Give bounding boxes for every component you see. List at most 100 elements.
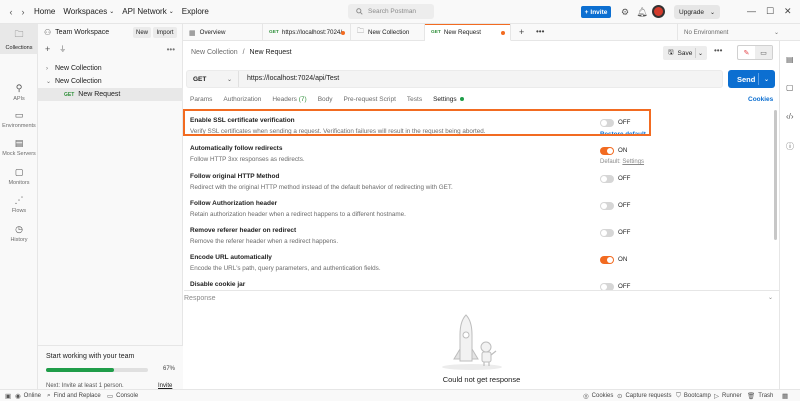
rail-item-history[interactable]: ◷ History [0,220,38,246]
top-bar: ‹ › Home Workspaces ⌄ API Network ⌄ Explor… [0,0,800,24]
chevron-down-icon[interactable]: ⌄ [768,294,773,301]
status-capture-requests[interactable]: ⊙ Capture requests [617,392,671,400]
setting-toggle[interactable] [600,175,614,183]
settings-link[interactable]: Settings [622,159,644,165]
method-select[interactable]: GET ⌄ [187,71,239,87]
tab-params[interactable]: Params [190,96,212,106]
scrollbar-thumb[interactable] [774,110,777,240]
setting-toggle[interactable] [600,202,614,210]
status-find-replace[interactable]: ⌕ Find and Replace [47,392,101,400]
rail-item-flows[interactable]: ⋰ Flows [0,191,38,217]
layout-toggle-icon[interactable]: ▣ [5,392,11,400]
status-cookies[interactable]: ◎ Cookies [583,392,613,400]
menu-home[interactable]: Home [34,7,55,16]
flows-icon: ⋰ [14,194,24,205]
setting-title: Disable cookie jar [190,281,246,288]
filter-icon[interactable]: ⏚ [59,44,66,54]
menu-explore[interactable]: Explore [182,7,209,16]
upgrade-button[interactable]: Upgrade ⌄ [674,5,720,19]
tab-options-icon[interactable]: ••• [536,27,544,36]
settings-scrollbar[interactable] [774,110,778,290]
info-icon[interactable]: ⓘ [786,141,794,152]
chevron-down-icon[interactable]: ⌄ [764,76,769,83]
more-options-icon[interactable]: ••• [714,46,722,55]
more-options-icon[interactable]: ••• [167,45,175,54]
mock-servers-icon: ▤ [14,137,24,148]
new-tab-icon[interactable]: + [519,27,524,37]
close-icon[interactable]: ✕ [784,6,792,17]
tab-overview[interactable]: ▦ Overview [183,24,263,41]
save-button[interactable]: 🖫︎ Save ⌄ [663,46,707,60]
progress-fill [46,368,115,372]
new-button[interactable]: New [133,27,151,38]
invite-button[interactable]: + Invite [581,6,611,18]
setting-toggle[interactable] [600,147,614,155]
rail-item-collections[interactable]: 🗀︎ Collections [0,24,38,54]
chevron-down-icon: ⌄ [226,76,232,83]
astronaut-rocket-illustration [442,314,502,370]
documentation-icon[interactable]: ▤ [786,55,794,64]
setting-title: Follow original HTTP Method [190,173,280,180]
setting-toggle[interactable] [600,256,614,264]
rail-item-mock-servers[interactable]: ▤ Mock Servers [0,134,38,160]
chevron-down-icon[interactable]: ⌄ [698,50,703,57]
menu-workspaces[interactable]: Workspaces ⌄ [63,7,114,16]
settings-gear-icon[interactable]: ⚙ [619,6,631,18]
add-icon[interactable]: + [45,44,50,54]
tab-new-request[interactable]: GET New Request [425,24,511,41]
tab-tests[interactable]: Tests [407,96,422,106]
maximize-icon[interactable]: ☐ [766,6,774,17]
setting-toggle[interactable] [600,283,614,290]
forward-icon[interactable]: › [18,7,28,17]
menu-api-network-label: API Network [122,7,167,16]
cookies-link[interactable]: Cookies [748,96,773,103]
comment-icon[interactable]: ▭ [755,46,772,59]
edit-pencil-icon[interactable]: ✎ [738,46,755,59]
comments-icon[interactable]: ▢ [786,83,794,92]
tab-body[interactable]: Body [318,96,333,106]
modified-dot [459,97,464,102]
status-online[interactable]: ◉ Online [15,392,41,400]
status-runner[interactable]: ▷ Runner [714,392,742,400]
tab-localhost-request[interactable]: GET https://localhost:7024/ [263,24,351,41]
toggle-state: OFF [618,175,631,182]
collection-item[interactable]: › New Collection [46,62,102,75]
rail-item-apis[interactable]: ⚲ APIs [0,79,38,105]
code-icon[interactable]: ‹/› [786,112,794,121]
setting-toggle[interactable] [600,229,614,237]
tab-authorization[interactable]: Authorization [223,96,261,106]
url-input[interactable]: https://localhost:7024/api/Test [247,75,339,82]
status-label: Cookies [591,393,614,399]
minimize-icon[interactable]: — [747,6,756,16]
collection-item[interactable]: ⌄ New Collection [46,75,102,88]
tab-pre-request-script[interactable]: Pre-request Script [344,96,396,106]
import-button[interactable]: Import [153,27,177,38]
people-icon: ⚇ [44,27,52,37]
tab-headers[interactable]: Headers (7) [272,96,306,106]
back-icon[interactable]: ‹ [6,7,16,17]
rail-item-environments[interactable]: ▭ Environments [0,106,38,132]
save-icon: 🖫︎ [668,48,674,56]
notification-bell-icon[interactable]: 🔔︎ [636,6,648,18]
find-replace-icon: ⌕ [47,392,51,399]
tab-label: Headers [272,96,297,103]
left-icon-rail: 🗀︎ Collections ⚲ APIs ▭ Environments ▤ Mock … [0,24,38,389]
tab-new-collection[interactable]: 🗀︎ New Collection [351,24,425,41]
status-bootcamp[interactable]: ⛉ Bootcamp [676,392,711,400]
status-trash[interactable]: 🗑︎ Trash [747,392,773,400]
status-label: Capture requests [625,393,672,399]
rail-item-monitors[interactable]: ▢ Monitors [0,163,38,189]
avatar[interactable] [652,5,665,18]
collection-label: New Collection [55,65,102,72]
menu-api-network[interactable]: API Network ⌄ [122,7,174,16]
request-item[interactable]: GET New Request [38,88,183,101]
breadcrumb-parent[interactable]: New Collection [191,49,238,56]
chevron-down-icon: ⌄ [168,9,174,15]
send-button[interactable]: Send ⌄ [728,70,775,88]
search-input[interactable]: Search Postman [348,4,434,19]
tab-settings[interactable]: Settings [433,96,464,111]
environment-select[interactable]: No Environment ⌄ [677,24,785,41]
request-tabs: Params Authorization Headers (7) Body Pr… [190,96,475,111]
help-icon[interactable]: ▦ [782,392,788,400]
status-console[interactable]: ▭ Console [107,392,138,400]
